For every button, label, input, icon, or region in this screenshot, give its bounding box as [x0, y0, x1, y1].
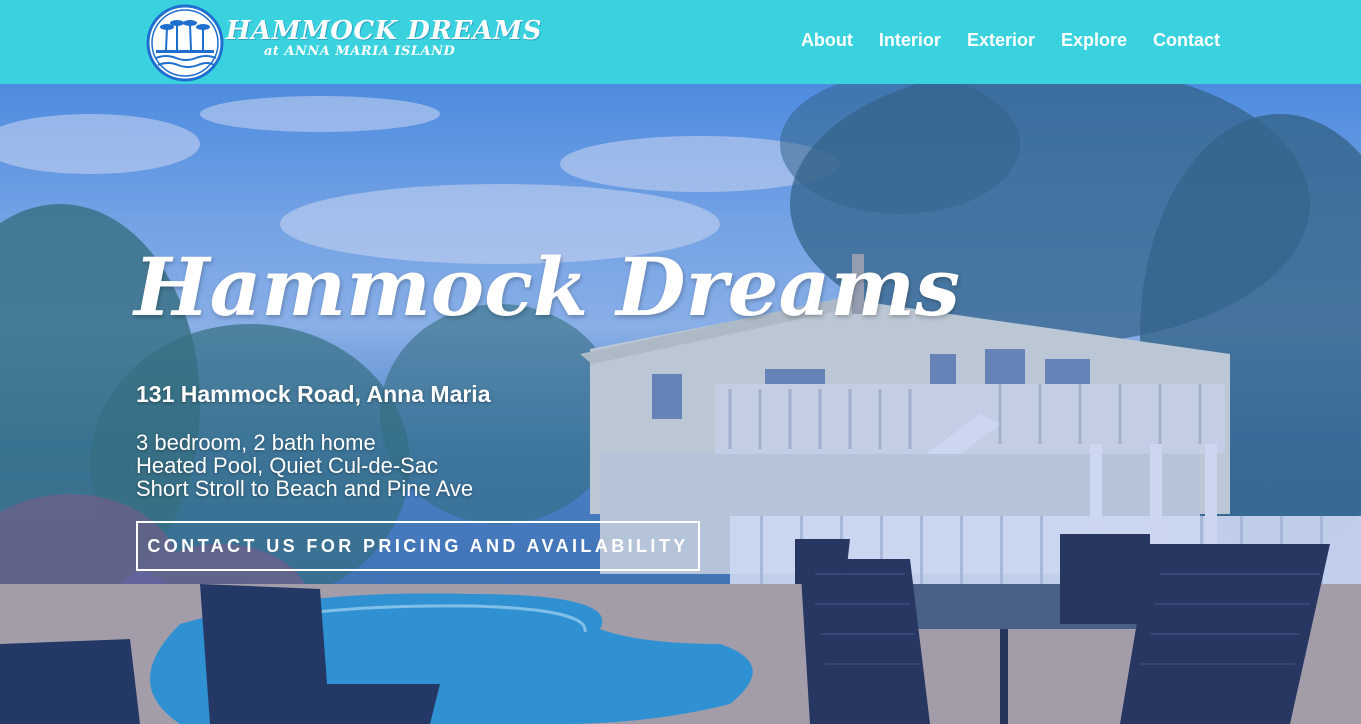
nav-contact[interactable]: Contact	[1153, 30, 1220, 51]
nav-explore[interactable]: Explore	[1061, 30, 1127, 51]
hero-details: 3 bedroom, 2 bath home Heated Pool, Quie…	[136, 431, 473, 500]
nav-interior[interactable]: Interior	[879, 30, 941, 51]
nav-about[interactable]: About	[801, 30, 853, 51]
detail-line: Heated Pool, Quiet Cul-de-Sac	[136, 453, 439, 478]
hero-title: Hammock Dreams	[134, 240, 961, 334]
site-logo[interactable]: HAMMOCK DREAMS at ANNA MARIA ISLAND	[146, 4, 542, 82]
hero-address: 131 Hammock Road, Anna Maria	[136, 381, 491, 407]
palm-trees-badge-icon	[146, 4, 224, 82]
nav-exterior[interactable]: Exterior	[967, 30, 1035, 51]
detail-line: Short Stroll to Beach and Pine Ave	[136, 476, 474, 501]
detail-line: 3 bedroom, 2 bath home	[136, 430, 376, 455]
logo-subtitle: at ANNA MARIA ISLAND	[264, 44, 456, 59]
site-header: HAMMOCK DREAMS at ANNA MARIA ISLAND Abou…	[0, 0, 1361, 84]
hero-section: Hammock Dreams 131 Hammock Road, Anna Ma…	[0, 84, 1361, 724]
main-nav: About Interior Exterior Explore Contact	[801, 30, 1220, 51]
contact-pricing-button[interactable]: CONTACT US FOR PRICING AND AVAILABILITY	[136, 521, 700, 571]
logo-title: HAMMOCK DREAMS	[226, 16, 542, 46]
